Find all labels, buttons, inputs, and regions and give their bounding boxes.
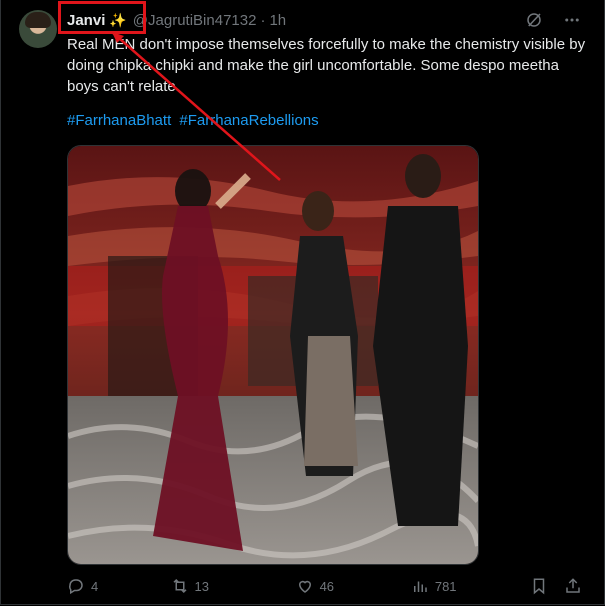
hashtags: #FarrhanaBhatt #FarrhanaRebellions [67, 112, 323, 129]
more-icon[interactable] [562, 10, 582, 30]
tweet-actions: 4 13 46 781 [67, 576, 587, 596]
author-handle[interactable]: @JagrutiBin47132 [133, 12, 257, 29]
grok-icon[interactable] [524, 10, 544, 30]
reply-button[interactable]: 4 [67, 577, 171, 595]
tweet-card[interactable]: Janvi ✨ @JagrutiBin47132 · 1h Real MEN d… [0, 0, 605, 605]
tweet-media-video[interactable] [67, 145, 479, 565]
annotation-highlight-box [58, 1, 146, 34]
avatar[interactable] [19, 10, 57, 48]
like-button[interactable]: 46 [296, 577, 411, 595]
share-icon [565, 578, 580, 593]
views-icon [413, 581, 427, 592]
repost-icon [173, 578, 187, 594]
video-frame [68, 146, 478, 564]
hashtag-link[interactable]: #FarrhanaRebellions [179, 112, 318, 129]
reply-count: 4 [91, 578, 99, 594]
tweet-top-actions [524, 10, 582, 30]
bookmark-button[interactable] [530, 577, 553, 595]
separator: · [260, 11, 266, 29]
repost-count: 13 [194, 578, 210, 594]
repost-button[interactable]: 13 [171, 577, 296, 595]
views-button[interactable]: 781 [411, 577, 526, 595]
timestamp[interactable]: 1h [269, 12, 286, 29]
view-count: 781 [434, 578, 457, 594]
tweet-text: Real MEN don't impose themselves forcefu… [67, 36, 586, 95]
bookmark-icon [533, 578, 545, 595]
like-count: 46 [319, 578, 335, 594]
reply-icon [69, 579, 83, 595]
hashtag-link[interactable]: #FarrhanaBhatt [67, 112, 171, 129]
share-button[interactable] [564, 577, 587, 595]
heart-icon [298, 580, 311, 593]
